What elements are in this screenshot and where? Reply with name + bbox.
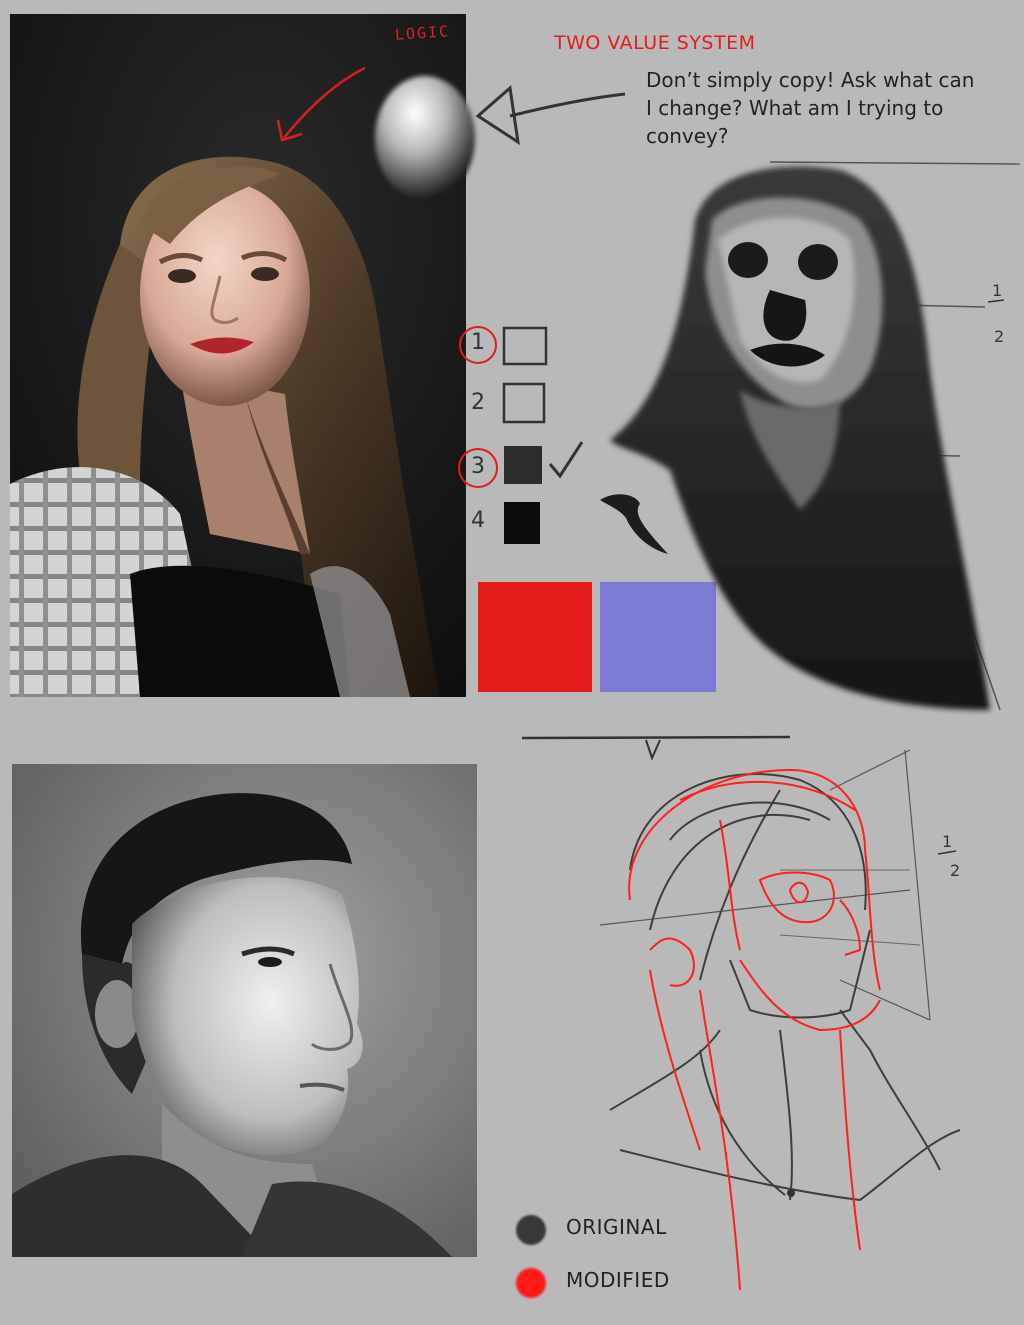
value-scale: 1 2 3 4 (452, 318, 602, 558)
page-title: TWO VALUE SYSTEM (554, 32, 756, 54)
legend-modified-swatch (516, 1268, 546, 1298)
pointer-arrow-sketch (475, 85, 626, 146)
value-number-4: 4 (471, 508, 485, 533)
legend-original-swatch (516, 1215, 546, 1245)
half-mark-bottom-b: 2 (950, 861, 960, 880)
woman-value-painting: 1 2 (610, 161, 1020, 711)
man-reference-photo (12, 764, 477, 1257)
half-mark-bottom-a: 1 (942, 832, 952, 851)
study-sheet: { "heading": { "title": "TWO VALUE SYSTE… (0, 0, 1024, 1325)
legend-original-label: ORIGINAL (566, 1215, 667, 1239)
logic-annotation: LOGIC (394, 22, 451, 44)
value-number-1: 1 (471, 330, 485, 355)
half-mark-top-b: 2 (994, 327, 1004, 346)
advice-note: Don’t simply copy! Ask what can I change… (646, 68, 975, 148)
half-mark-top-a: 1 (992, 281, 1002, 300)
legend-modified-label: MODIFIED (566, 1268, 670, 1292)
warm-color-swatch (478, 582, 592, 692)
value-number-2: 2 (471, 390, 485, 415)
legend: ORIGINAL MODIFIED (512, 1210, 772, 1310)
value-number-3: 3 (471, 454, 485, 479)
